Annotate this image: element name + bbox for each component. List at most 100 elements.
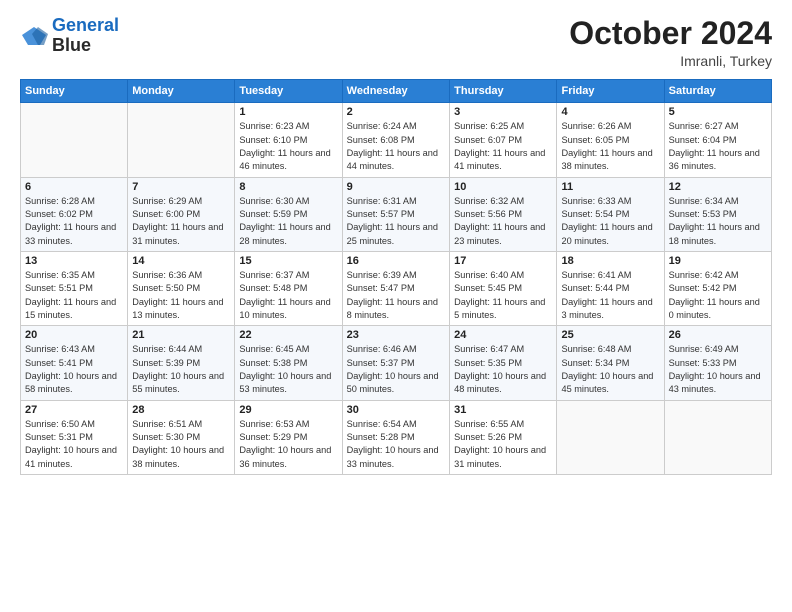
day-number: 30 (347, 404, 445, 416)
day-number: 8 (239, 181, 337, 193)
day-number: 21 (132, 329, 230, 341)
day-info: Sunrise: 6:33 AM Sunset: 5:54 PM Dayligh… (561, 195, 659, 248)
day-number: 23 (347, 329, 445, 341)
day-info: Sunrise: 6:49 AM Sunset: 5:33 PM Dayligh… (669, 343, 767, 396)
day-info: Sunrise: 6:27 AM Sunset: 6:04 PM Dayligh… (669, 120, 767, 173)
day-number: 26 (669, 329, 767, 341)
day-number: 16 (347, 255, 445, 267)
calendar-cell: 10Sunrise: 6:32 AM Sunset: 5:56 PM Dayli… (450, 177, 557, 251)
calendar: SundayMondayTuesdayWednesdayThursdayFrid… (20, 79, 772, 475)
calendar-cell: 27 Sunrise: 6:50 AM Sunset: 5:31 PM Dayli… (21, 400, 128, 474)
day-info: Sunrise: 6:25 AM Sunset: 6:07 PM Dayligh… (454, 120, 552, 173)
weekday-header: Tuesday (235, 80, 342, 103)
day-number: 1 (239, 106, 337, 118)
day-info: Sunrise: 6:54 AM Sunset: 5:28 PM Dayligh… (347, 418, 445, 471)
calendar-cell: 9Sunrise: 6:31 AM Sunset: 5:57 PM Daylig… (342, 177, 449, 251)
day-info: Sunrise: 6:45 AM Sunset: 5:38 PM Dayligh… (239, 343, 337, 396)
calendar-cell (557, 400, 664, 474)
day-number: 10 (454, 181, 552, 193)
calendar-cell: 8Sunrise: 6:30 AM Sunset: 5:59 PM Daylig… (235, 177, 342, 251)
day-info: Sunrise: 6:24 AM Sunset: 6:08 PM Dayligh… (347, 120, 445, 173)
day-info: Sunrise: 6:44 AM Sunset: 5:39 PM Dayligh… (132, 343, 230, 396)
day-number: 15 (239, 255, 337, 267)
calendar-cell: 15 Sunrise: 6:37 AM Sunset: 5:48 PM Dayli… (235, 251, 342, 325)
calendar-week-row: 27 Sunrise: 6:50 AM Sunset: 5:31 PM Dayli… (21, 400, 772, 474)
location: Imranli, Turkey (569, 53, 772, 69)
month-title: October 2024 (569, 16, 772, 51)
logo-text: General Blue (52, 16, 119, 56)
day-info: Sunrise: 6:23 AM Sunset: 6:10 PM Dayligh… (239, 120, 337, 173)
calendar-cell: 22 Sunrise: 6:45 AM Sunset: 5:38 PM Dayli… (235, 326, 342, 400)
day-number: 4 (561, 106, 659, 118)
day-info: Sunrise: 6:35 AM Sunset: 5:51 PM Dayligh… (25, 269, 123, 322)
day-info: Sunrise: 6:34 AM Sunset: 5:53 PM Dayligh… (669, 195, 767, 248)
calendar-cell: 20Sunrise: 6:43 AM Sunset: 5:41 PM Dayli… (21, 326, 128, 400)
day-number: 29 (239, 404, 337, 416)
weekday-header: Sunday (21, 80, 128, 103)
day-number: 11 (561, 181, 659, 193)
header: General Blue October 2024 Imranli, Turke… (20, 16, 772, 69)
day-number: 17 (454, 255, 552, 267)
calendar-cell: 2 Sunrise: 6:24 AM Sunset: 6:08 PM Daylig… (342, 103, 449, 177)
day-info: Sunrise: 6:53 AM Sunset: 5:29 PM Dayligh… (239, 418, 337, 471)
calendar-cell: 5 Sunrise: 6:27 AM Sunset: 6:04 PM Daylig… (664, 103, 771, 177)
day-number: 2 (347, 106, 445, 118)
calendar-cell: 3 Sunrise: 6:25 AM Sunset: 6:07 PM Daylig… (450, 103, 557, 177)
day-number: 5 (669, 106, 767, 118)
calendar-cell (21, 103, 128, 177)
day-info: Sunrise: 6:41 AM Sunset: 5:44 PM Dayligh… (561, 269, 659, 322)
calendar-week-row: 13 Sunrise: 6:35 AM Sunset: 5:51 PM Dayli… (21, 251, 772, 325)
calendar-cell: 25 Sunrise: 6:48 AM Sunset: 5:34 PM Dayli… (557, 326, 664, 400)
day-number: 13 (25, 255, 123, 267)
calendar-cell: 4 Sunrise: 6:26 AM Sunset: 6:05 PM Daylig… (557, 103, 664, 177)
day-info: Sunrise: 6:46 AM Sunset: 5:37 PM Dayligh… (347, 343, 445, 396)
day-number: 7 (132, 181, 230, 193)
calendar-week-row: 20Sunrise: 6:43 AM Sunset: 5:41 PM Dayli… (21, 326, 772, 400)
day-number: 12 (669, 181, 767, 193)
day-number: 22 (239, 329, 337, 341)
day-info: Sunrise: 6:28 AM Sunset: 6:02 PM Dayligh… (25, 195, 123, 248)
day-info: Sunrise: 6:40 AM Sunset: 5:45 PM Dayligh… (454, 269, 552, 322)
calendar-cell: 23 Sunrise: 6:46 AM Sunset: 5:37 PM Dayli… (342, 326, 449, 400)
calendar-cell: 19 Sunrise: 6:42 AM Sunset: 5:42 PM Dayli… (664, 251, 771, 325)
day-number: 18 (561, 255, 659, 267)
day-number: 3 (454, 106, 552, 118)
day-number: 31 (454, 404, 552, 416)
weekday-header: Thursday (450, 80, 557, 103)
calendar-cell: 12 Sunrise: 6:34 AM Sunset: 5:53 PM Dayli… (664, 177, 771, 251)
weekday-header: Saturday (664, 80, 771, 103)
day-info: Sunrise: 6:48 AM Sunset: 5:34 PM Dayligh… (561, 343, 659, 396)
day-number: 25 (561, 329, 659, 341)
calendar-cell: 24 Sunrise: 6:47 AM Sunset: 5:35 PM Dayli… (450, 326, 557, 400)
page: General Blue October 2024 Imranli, Turke… (0, 0, 792, 612)
day-info: Sunrise: 6:37 AM Sunset: 5:48 PM Dayligh… (239, 269, 337, 322)
day-number: 24 (454, 329, 552, 341)
calendar-cell: 17 Sunrise: 6:40 AM Sunset: 5:45 PM Dayli… (450, 251, 557, 325)
calendar-cell: 26 Sunrise: 6:49 AM Sunset: 5:33 PM Dayli… (664, 326, 771, 400)
calendar-cell: 6 Sunrise: 6:28 AM Sunset: 6:02 PM Daylig… (21, 177, 128, 251)
day-info: Sunrise: 6:55 AM Sunset: 5:26 PM Dayligh… (454, 418, 552, 471)
calendar-cell: 7 Sunrise: 6:29 AM Sunset: 6:00 PM Daylig… (128, 177, 235, 251)
day-info: Sunrise: 6:29 AM Sunset: 6:00 PM Dayligh… (132, 195, 230, 248)
calendar-cell (128, 103, 235, 177)
logo-icon (20, 25, 48, 47)
calendar-week-row: 6 Sunrise: 6:28 AM Sunset: 6:02 PM Daylig… (21, 177, 772, 251)
day-info: Sunrise: 6:47 AM Sunset: 5:35 PM Dayligh… (454, 343, 552, 396)
day-info: Sunrise: 6:50 AM Sunset: 5:31 PM Dayligh… (25, 418, 123, 471)
day-number: 27 (25, 404, 123, 416)
calendar-week-row: 1 Sunrise: 6:23 AM Sunset: 6:10 PM Daylig… (21, 103, 772, 177)
day-info: Sunrise: 6:39 AM Sunset: 5:47 PM Dayligh… (347, 269, 445, 322)
calendar-cell: 31 Sunrise: 6:55 AM Sunset: 5:26 PM Dayli… (450, 400, 557, 474)
day-info: Sunrise: 6:26 AM Sunset: 6:05 PM Dayligh… (561, 120, 659, 173)
day-number: 14 (132, 255, 230, 267)
weekday-header: Monday (128, 80, 235, 103)
calendar-cell: 1 Sunrise: 6:23 AM Sunset: 6:10 PM Daylig… (235, 103, 342, 177)
day-info: Sunrise: 6:36 AM Sunset: 5:50 PM Dayligh… (132, 269, 230, 322)
day-info: Sunrise: 6:42 AM Sunset: 5:42 PM Dayligh… (669, 269, 767, 322)
calendar-cell (664, 400, 771, 474)
calendar-cell: 14 Sunrise: 6:36 AM Sunset: 5:50 PM Dayli… (128, 251, 235, 325)
day-number: 19 (669, 255, 767, 267)
day-number: 6 (25, 181, 123, 193)
calendar-cell: 13 Sunrise: 6:35 AM Sunset: 5:51 PM Dayli… (21, 251, 128, 325)
calendar-cell: 30 Sunrise: 6:54 AM Sunset: 5:28 PM Dayli… (342, 400, 449, 474)
